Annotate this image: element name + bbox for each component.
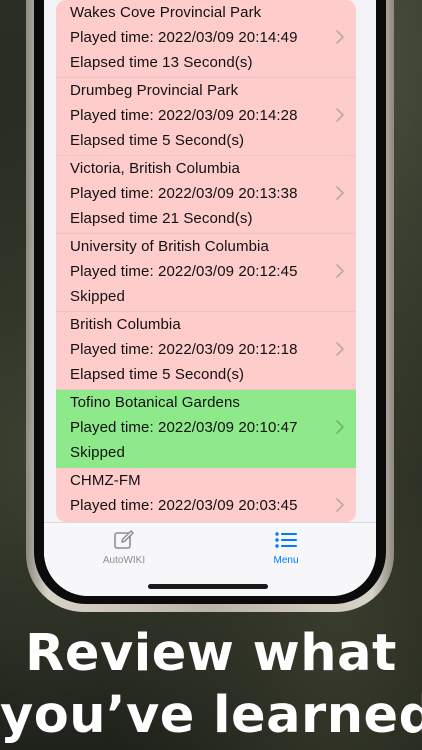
row-title: Wakes Cove Provincial Park (70, 4, 262, 21)
row-title: Tofino Botanical Gardens (70, 394, 240, 411)
row-played-time: Played time: 2022/03/09 20:12:45 (70, 263, 298, 280)
caption-line-2: you’ve learned (0, 686, 422, 745)
row-status: Elapsed time 5 Second(s) (70, 132, 245, 149)
row-status: Elapsed time 13 Second(s) (70, 54, 253, 71)
row-title: Drumbeg Provincial Park (70, 82, 239, 99)
row-played-time: Played time: 2022/03/09 20:10:47 (70, 419, 298, 436)
row-status: Elapsed time 21 Second(s) (70, 210, 253, 227)
app-store-screenshot: Wakes Cove Provincial Park Played time: … (0, 0, 422, 750)
row-played-time: Played time: 2022/03/09 20:12:18 (70, 341, 298, 358)
row-played-time: Played time: 2022/03/09 20:13:38 (70, 185, 298, 202)
row-played-time: Played time: 2022/03/09 20:03:45 (70, 497, 298, 514)
row-title: Victoria, British Columbia (70, 160, 240, 177)
row-played-time: Played time: 2022/03/09 20:14:28 (70, 107, 298, 124)
chevron-right-icon (336, 108, 344, 122)
chevron-right-icon (336, 264, 344, 278)
row-title: British Columbia (70, 316, 181, 333)
caption-line-1: Review what (25, 624, 397, 683)
history-row-selected[interactable]: Tofino Botanical Gardens Played time: 20… (56, 390, 356, 468)
history-row[interactable]: Drumbeg Provincial Park Played time: 202… (56, 78, 356, 156)
row-title: CHMZ-FM (70, 472, 141, 489)
history-row[interactable]: University of British Columbia Played ti… (56, 234, 356, 312)
tab-autowiki[interactable]: AutoWIKI (84, 529, 164, 569)
row-status: Skipped (70, 288, 125, 305)
row-played-time: Played time: 2022/03/09 20:14:49 (70, 29, 298, 46)
tab-label: Menu (273, 555, 299, 566)
chevron-right-icon (336, 420, 344, 434)
history-list: Wakes Cove Provincial Park Played time: … (56, 0, 356, 522)
row-title: University of British Columbia (70, 238, 269, 255)
tab-menu[interactable]: Menu (246, 529, 326, 569)
list-icon (275, 532, 297, 548)
history-row[interactable]: CHMZ-FM Played time: 2022/03/09 20:03:45 (56, 468, 356, 522)
chevron-right-icon (336, 342, 344, 356)
compose-icon (114, 530, 134, 549)
chevron-right-icon (336, 30, 344, 44)
chevron-right-icon (336, 498, 344, 512)
history-row[interactable]: British Columbia Played time: 2022/03/09… (56, 312, 356, 390)
tab-label: AutoWIKI (102, 555, 146, 566)
phone-screen: Wakes Cove Provincial Park Played time: … (44, 0, 376, 596)
home-indicator (148, 584, 268, 589)
row-status: Skipped (70, 444, 125, 461)
history-row[interactable]: Wakes Cove Provincial Park Played time: … (56, 0, 356, 78)
row-status: Elapsed time 5 Second(s) (70, 366, 245, 383)
chevron-right-icon (336, 186, 344, 200)
history-row[interactable]: Victoria, British Columbia Played time: … (56, 156, 356, 234)
